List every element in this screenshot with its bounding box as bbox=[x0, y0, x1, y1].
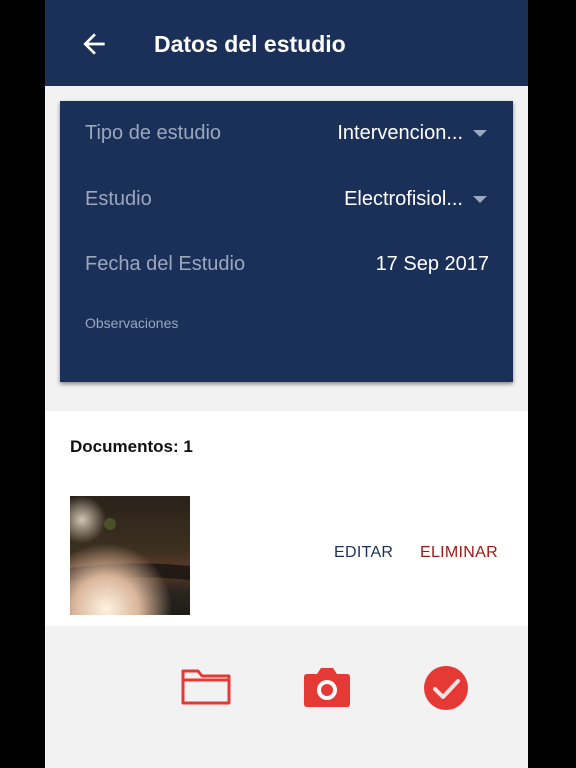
confirm-button[interactable] bbox=[422, 664, 470, 717]
study-date-label: Fecha del Estudio bbox=[85, 253, 246, 275]
study-select[interactable]: Electrofisiol... bbox=[344, 179, 487, 219]
study-row[interactable]: Estudio Electrofisiol... bbox=[60, 179, 513, 219]
app-bar: Datos del estudio bbox=[45, 0, 528, 86]
arrow-left-icon bbox=[83, 33, 105, 55]
documents-count: Documentos: 1 bbox=[70, 437, 193, 456]
delete-button[interactable]: ELIMINAR bbox=[420, 544, 498, 562]
attach-file-button[interactable] bbox=[180, 665, 232, 712]
study-type-row[interactable]: Tipo de estudio Intervencion... bbox=[60, 113, 513, 153]
folder-icon bbox=[181, 669, 231, 705]
check-icon bbox=[424, 666, 468, 710]
study-type-select[interactable]: Intervencion... bbox=[337, 113, 487, 153]
study-type-label: Tipo de estudio bbox=[85, 122, 222, 144]
document-photo bbox=[70, 496, 190, 615]
bottom-action-bar bbox=[45, 627, 528, 768]
page-title: Datos del estudio bbox=[154, 31, 346, 57]
camera-icon bbox=[304, 668, 350, 707]
study-type-value: Intervencion... bbox=[337, 122, 463, 144]
observations-field[interactable]: Observaciones bbox=[85, 315, 178, 331]
dropdown-arrow-icon bbox=[473, 129, 487, 137]
edit-button[interactable]: EDITAR bbox=[334, 544, 393, 562]
take-photo-button[interactable] bbox=[302, 664, 352, 715]
document-thumbnail[interactable] bbox=[70, 496, 190, 615]
dropdown-arrow-icon bbox=[473, 195, 487, 203]
documents-section: Documentos: 1 EDITAR ELIMINAR bbox=[45, 411, 528, 626]
study-date-value[interactable]: 17 Sep 2017 bbox=[376, 244, 489, 284]
study-label: Estudio bbox=[85, 188, 152, 210]
back-button[interactable] bbox=[78, 28, 110, 60]
study-date-row[interactable]: Fecha del Estudio 17 Sep 2017 bbox=[60, 244, 513, 284]
study-value: Electrofisiol... bbox=[344, 188, 463, 210]
app-screen: Datos del estudio Tipo de estudio Interv… bbox=[45, 0, 528, 768]
study-form-card: Tipo de estudio Intervencion... Estudio … bbox=[60, 101, 513, 382]
